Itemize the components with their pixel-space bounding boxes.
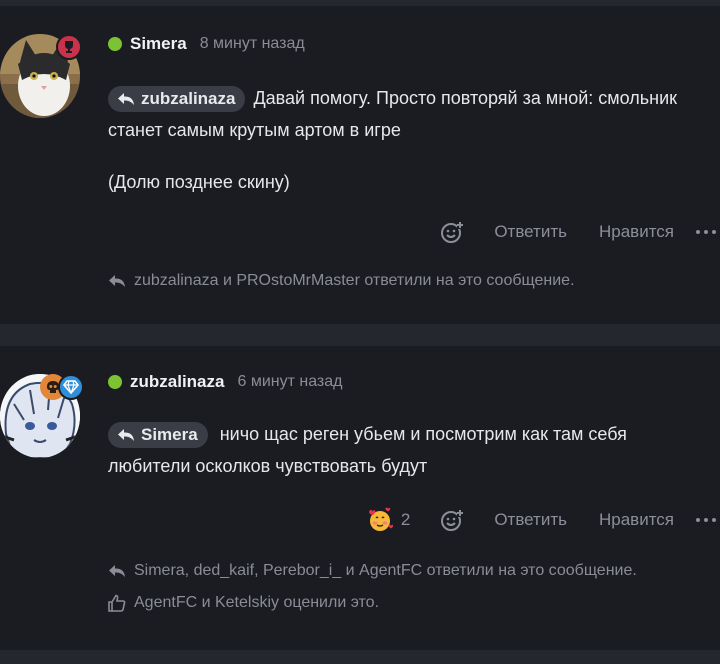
trophy-icon: [65, 41, 73, 53]
reaction-count: 2: [400, 510, 411, 529]
replies-summary-text: Simera, ded_kaif, Perebor_i_ и AgentFC о…: [134, 562, 637, 579]
message-card: Simera 8 минут назад zubzalinaza Давай п…: [0, 6, 720, 324]
replies-summary[interactable]: Simera, ded_kaif, Perebor_i_ и AgentFC о…: [108, 562, 637, 580]
add-reaction-button[interactable]: [440, 220, 464, 244]
heart-face-emoji: [368, 507, 393, 531]
author-name[interactable]: zubzalinaza: [130, 372, 224, 392]
online-status-dot: [108, 37, 122, 51]
reply-to-name: Simera: [141, 425, 198, 445]
reply-button[interactable]: Ответить: [494, 510, 567, 530]
avatar-block: [0, 374, 90, 464]
message-header: zubzalinaza 6 минут назад: [108, 370, 342, 394]
reaction-chip[interactable]: 2: [367, 507, 410, 533]
add-reaction-icon: [441, 509, 464, 531]
reply-arrow-icon: [109, 565, 125, 577]
message-text: Давай помогу. Просто повторяй за мной: с…: [253, 88, 677, 108]
message-body: Simera ничо щас реген убьем и посмотрим …: [108, 418, 720, 482]
message-body: zubzalinaza Давай помогу. Просто повторя…: [108, 82, 720, 198]
add-reaction-button[interactable]: [440, 508, 464, 532]
like-button[interactable]: Нравится: [599, 510, 674, 530]
likes-summary[interactable]: AgentFC и Ketelskiy оценили это.: [108, 594, 379, 612]
likes-summary-text: AgentFC и Ketelskiy оценили это.: [134, 594, 380, 611]
diamond-icon: [63, 380, 79, 394]
reply-arrow-icon: [118, 429, 134, 442]
message-text: ничо щас реген убьем и посмотрим как там…: [219, 424, 627, 444]
timestamp[interactable]: 6 минут назад: [237, 373, 342, 391]
message-line: zubzalinaza Давай помогу. Просто повторя…: [108, 82, 720, 114]
diamond-badge: [58, 374, 84, 400]
add-reaction-icon: [441, 221, 464, 243]
replies-summary-text: zubzalinaza и PROstoMrMaster ответили на…: [134, 272, 575, 289]
more-icon[interactable]: [696, 518, 716, 522]
avatar-block: [0, 34, 90, 124]
message-header: Simera 8 минут назад: [108, 32, 305, 56]
message-line: (Долю позднее скину): [108, 172, 290, 192]
message-line: любители осколков чувствовать будут: [108, 456, 428, 476]
reply-arrow-icon: [118, 93, 134, 106]
message-card: zubzalinaza 6 минут назад Simera ничо ща…: [0, 346, 720, 650]
reply-to-chip[interactable]: Simera: [108, 422, 208, 449]
replies-summary[interactable]: zubzalinaza и PROstoMrMaster ответили на…: [108, 272, 575, 290]
reply-button[interactable]: Ответить: [494, 222, 567, 242]
more-icon[interactable]: [696, 230, 716, 234]
reply-to-chip[interactable]: zubzalinaza: [108, 86, 246, 113]
message-line: Simera ничо щас реген убьем и посмотрим …: [108, 418, 720, 450]
message-feed: Simera 8 минут назад zubzalinaza Давай п…: [0, 0, 720, 664]
message-actions: Ответить Нравится: [440, 218, 720, 246]
timestamp[interactable]: 8 минут назад: [200, 35, 305, 53]
thumbs-up-icon: [108, 594, 126, 612]
trophy-badge: [56, 34, 82, 60]
author-name[interactable]: Simera: [130, 34, 187, 54]
reply-to-name: zubzalinaza: [141, 89, 236, 109]
reply-arrow-icon: [109, 275, 125, 287]
like-button[interactable]: Нравится: [599, 222, 674, 242]
online-status-dot: [108, 375, 122, 389]
message-actions: 2 Ответить Нравится: [367, 506, 720, 534]
message-line: станет самым крутым артом в игре: [108, 120, 401, 140]
